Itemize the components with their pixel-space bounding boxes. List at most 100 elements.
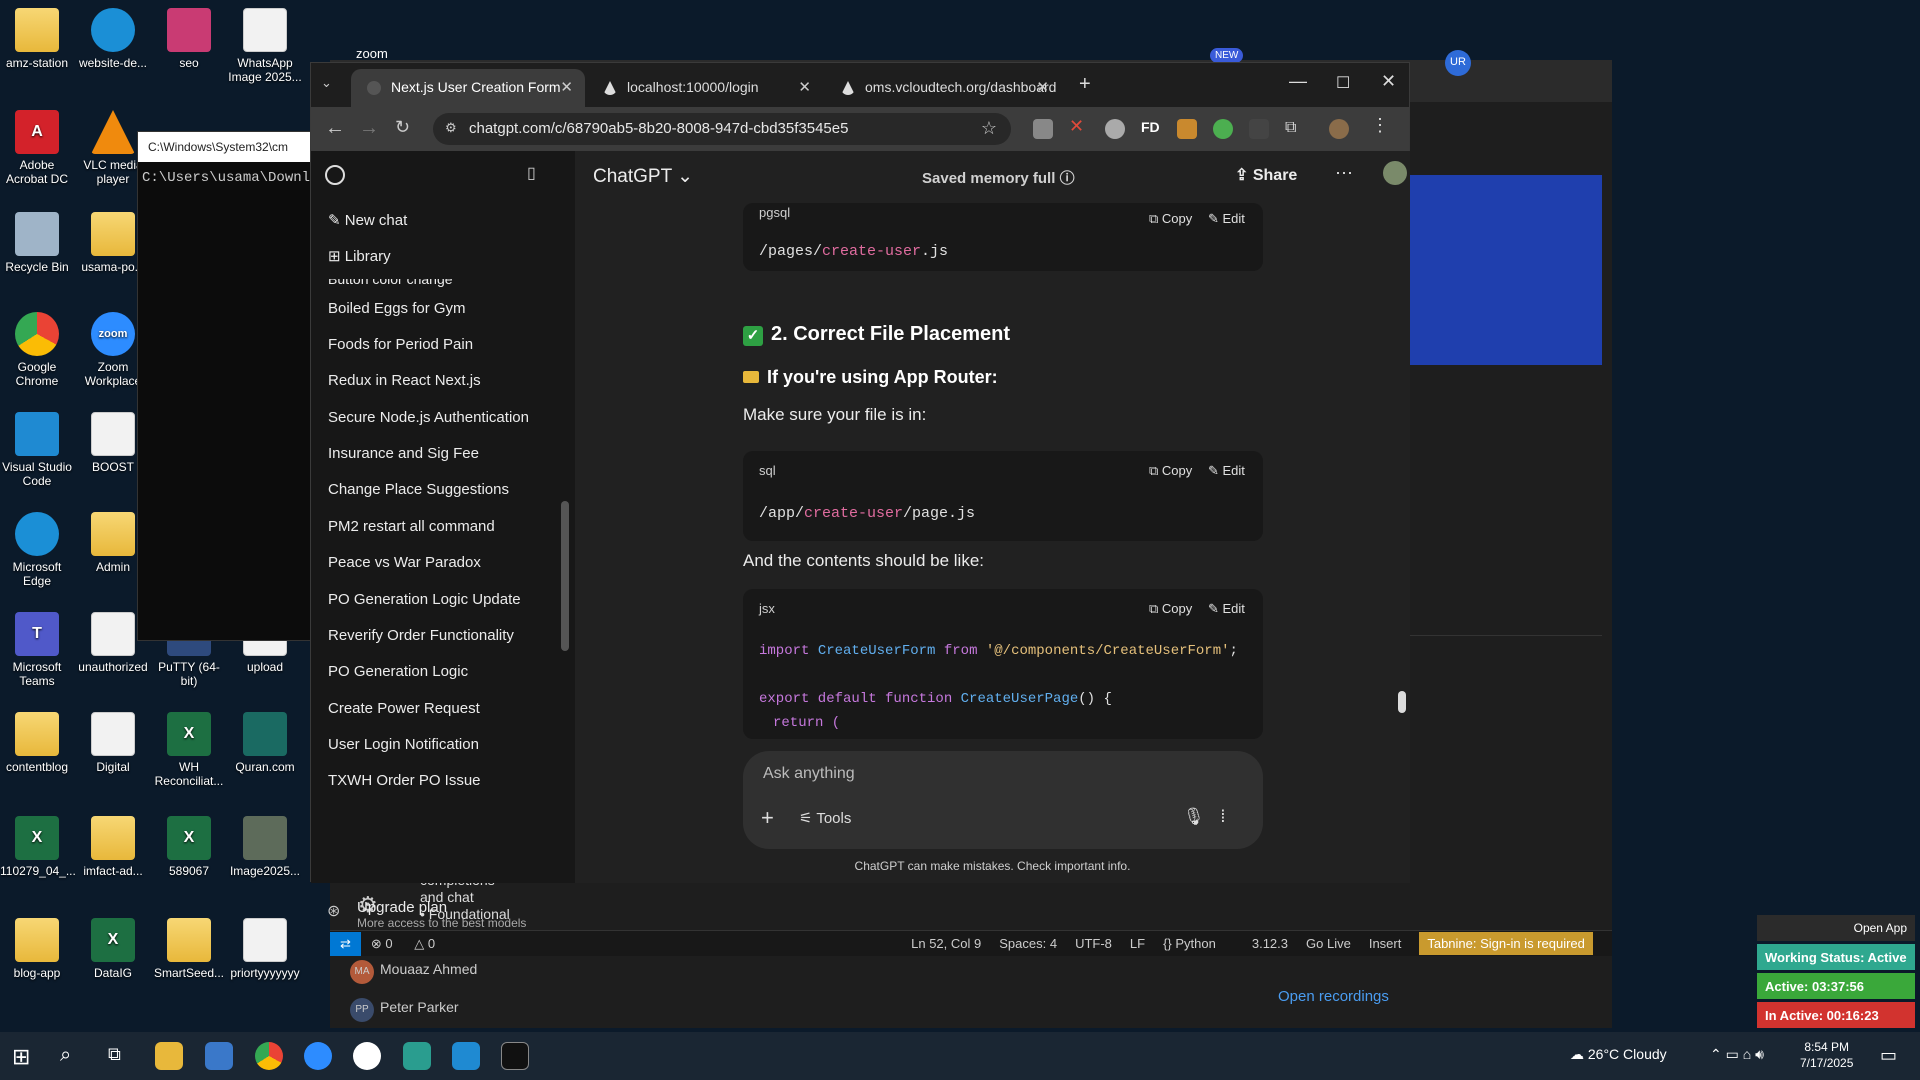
minimize-icon[interactable]: — (1289, 71, 1307, 92)
desktop-icon-contentblog[interactable]: contentblog (0, 712, 74, 774)
language-mode[interactable]: {} Python (1163, 936, 1234, 951)
sidebar-history-item[interactable]: PO Generation Logic Update (328, 591, 521, 608)
zoom-taskbar-icon[interactable] (304, 1042, 332, 1070)
sidebar-history-item[interactable]: Change Place Suggestions (328, 481, 509, 498)
tab-localhost-login[interactable]: localhost:10000/login ✕ (587, 69, 823, 107)
clock[interactable]: 8:54 PM 7/17/2025 (1800, 1039, 1853, 1071)
sidebar-history-item[interactable]: Button color change (328, 279, 453, 289)
message-input[interactable]: Ask anything (763, 765, 855, 783)
terminal-taskbar-icon[interactable] (501, 1042, 529, 1070)
chrome-taskbar-icon[interactable] (255, 1042, 283, 1070)
go-live[interactable]: Go Live (1306, 936, 1351, 951)
indentation[interactable]: Spaces: 4 (999, 936, 1057, 951)
extensions-puzzle-icon[interactable]: ⧉ (1285, 119, 1305, 139)
sidebar-history-item[interactable]: Peace vs War Paradox (328, 554, 481, 571)
system-tray-icons[interactable]: ⌃ ▭ ⌂ 🔊︎ (1710, 1046, 1764, 1063)
store-icon[interactable] (205, 1042, 233, 1070)
upgrade-plan-button[interactable]: ⊛ Upgrade plan More access to the best m… (327, 899, 547, 930)
site-info-icon[interactable]: ⚙ (445, 120, 457, 136)
close-tab-icon[interactable]: ✕ (798, 78, 811, 96)
forward-icon[interactable]: → (359, 117, 379, 140)
fd-extension-icon[interactable]: FD (1141, 119, 1161, 139)
eol[interactable]: LF (1130, 936, 1145, 951)
desktop-icon-whatsapp-image[interactable]: WhatsApp Image 2025... (228, 8, 302, 84)
task-view-icon[interactable]: ⧉ (108, 1044, 121, 1065)
maximize-icon[interactable]: ☐ (1336, 73, 1350, 93)
extension-x-icon[interactable]: ✕ (1069, 116, 1089, 136)
more-options-icon[interactable]: ⋯ (1335, 163, 1353, 184)
voice-mode-icon[interactable]: ⦙ (1221, 807, 1225, 827)
extension-icon[interactable] (1177, 119, 1197, 139)
copy-button[interactable]: ⧉ Copy (1149, 463, 1192, 479)
microphone-icon[interactable]: 🎙︎ (1183, 807, 1205, 827)
participant-item[interactable]: PP Peter Parker (350, 998, 710, 1022)
desktop-icon-priorty[interactable]: priortyyyyyyy (228, 918, 302, 980)
desktop-icon-110279[interactable]: X 110279_04_... (0, 816, 76, 878)
close-window-icon[interactable]: ✕ (1381, 71, 1396, 92)
extension-icon[interactable] (1249, 119, 1269, 139)
copy-button[interactable]: ⧉ Copy (1149, 601, 1192, 617)
close-sidebar-icon[interactable]: ▯ (527, 163, 536, 183)
desktop-icon-blog-app[interactable]: blog-app (0, 918, 74, 980)
open-recordings-link[interactable]: Open recordings (1278, 988, 1389, 1005)
reload-icon[interactable]: ↻ (395, 117, 410, 138)
bookmark-star-icon[interactable]: ☆ (981, 118, 997, 139)
desktop-icon-recycle-bin[interactable]: Recycle Bin (0, 212, 74, 274)
copy-button[interactable]: ⧉ Copy (1149, 211, 1192, 227)
sidebar-history-item[interactable]: User Login Notification (328, 736, 479, 753)
desktop-icon-wh-reconciliation[interactable]: X WH Reconciliat... (152, 712, 226, 788)
sidebar-history-item[interactable]: Reverify Order Functionality (328, 627, 514, 644)
file-explorer-icon[interactable] (155, 1042, 183, 1070)
new-chat-button[interactable]: ✎ New chat (328, 211, 407, 229)
sidebar-history-item[interactable]: Insurance and Sig Fee (328, 445, 479, 462)
sidebar-history-item[interactable]: Boiled Eggs for Gym (328, 300, 466, 317)
memory-status[interactable]: Saved memory full ⓘ (922, 167, 1075, 188)
desktop-icon-dataig[interactable]: X DataIG (76, 918, 150, 980)
cursor-position[interactable]: Ln 52, Col 9 (911, 936, 981, 951)
app-taskbar-icon[interactable] (353, 1042, 381, 1070)
desktop-icon-teams[interactable]: T Microsoft Teams (0, 612, 74, 688)
desktop-icon-smartseed[interactable]: SmartSeed... (152, 918, 226, 980)
desktop-icon-quran[interactable]: Quran.com (228, 712, 302, 774)
desktop-icon-seo[interactable]: seo (152, 8, 226, 70)
desktop-icon-image2025[interactable]: Image2025... (228, 816, 302, 878)
page-scrollbar[interactable] (1398, 691, 1406, 713)
chrome-window[interactable]: ⌄ Next.js User Creation Form ✕ localhost… (310, 62, 1410, 930)
participant-item[interactable]: MA Mouaaz Ahmed (350, 960, 710, 984)
app-taskbar-icon[interactable] (403, 1042, 431, 1070)
desktop-icon-vscode[interactable]: Visual Studio Code (0, 412, 74, 488)
user-avatar[interactable] (1383, 161, 1407, 185)
desktop-icon-chrome[interactable]: Google Chrome (0, 312, 74, 388)
search-icon[interactable]: ⌕ (60, 1044, 71, 1067)
python-version[interactable]: 3.12.3 (1252, 936, 1288, 951)
open-app-link[interactable]: Open App (1757, 915, 1915, 941)
notifications-icon[interactable]: ▭ (1880, 1045, 1897, 1066)
problems-status[interactable]: ⊗ 0 △ 0 (371, 936, 453, 952)
add-attachment-icon[interactable]: + (761, 805, 774, 831)
desktop-icon-amz-station[interactable]: amz-station (0, 8, 74, 70)
weather[interactable]: ☁ 26°C Cloudy (1570, 1046, 1667, 1063)
tab-search-icon[interactable]: ⌄ (321, 75, 332, 91)
desktop-icon-edge[interactable]: Microsoft Edge (0, 512, 74, 588)
library-button[interactable]: ⊞ Library (328, 247, 391, 265)
sidebar-history-item[interactable]: PO Generation Logic (328, 663, 468, 680)
new-tab-icon[interactable]: + (1079, 73, 1091, 96)
sidebar-history-item[interactable]: PM2 restart all command (328, 518, 495, 535)
profile-avatar-icon[interactable] (1329, 119, 1349, 139)
remote-icon[interactable]: ⇄ (330, 931, 361, 956)
sidebar-history-item[interactable]: Create Power Request (328, 700, 480, 717)
share-button[interactable]: ⇪ Share (1235, 165, 1297, 185)
globe-icon[interactable] (1105, 119, 1125, 139)
tools-button[interactable]: ⚟ Tools (799, 809, 851, 827)
sidebar-history-item[interactable]: Foods for Period Pain (328, 336, 473, 353)
desktop-icon-digital[interactable]: Digital (76, 712, 150, 774)
tab-oms-dashboard[interactable]: oms.vcloudtech.org/dashboard ✕ (825, 69, 1061, 107)
chrome-menu-icon[interactable]: ⋮ (1371, 115, 1391, 135)
back-icon[interactable]: ← (325, 117, 345, 140)
edit-button[interactable]: ✎ Edit (1208, 463, 1245, 479)
extension-icon[interactable] (1033, 119, 1053, 139)
sidebar-history-item[interactable]: Redux in React Next.js (328, 372, 481, 389)
sidebar-scrollbar[interactable] (561, 501, 569, 651)
sidebar-history-item[interactable]: TXWH Order PO Issue (328, 772, 481, 789)
desktop-icon-589067[interactable]: X 589067 (152, 816, 226, 878)
